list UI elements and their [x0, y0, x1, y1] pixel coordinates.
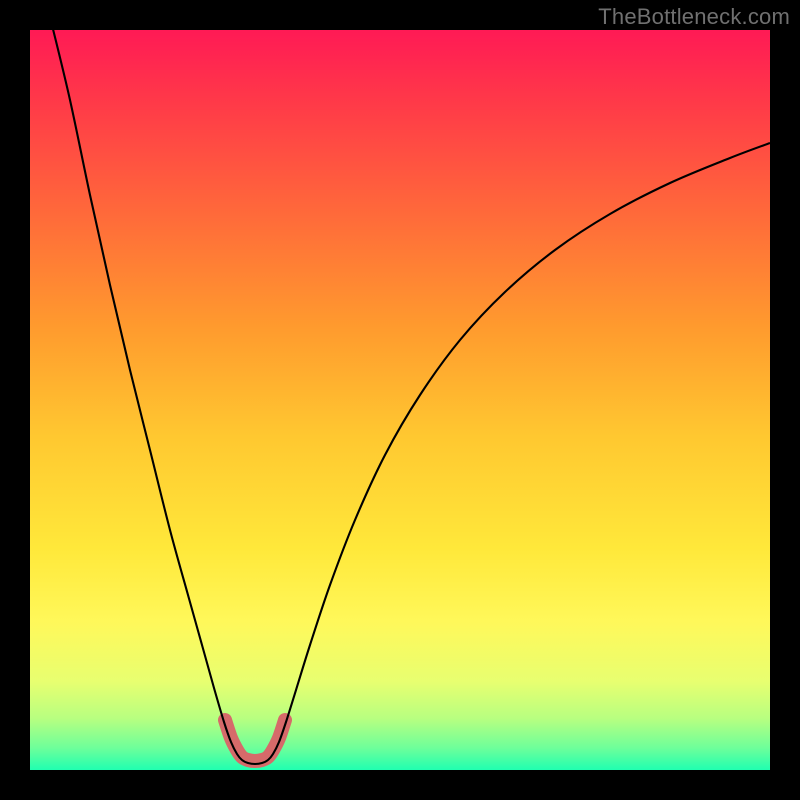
watermark-text: TheBottleneck.com [598, 4, 790, 30]
chart-svg [30, 30, 770, 770]
gradient-background [30, 30, 770, 770]
plot-area [30, 30, 770, 770]
chart-frame: TheBottleneck.com [0, 0, 800, 800]
